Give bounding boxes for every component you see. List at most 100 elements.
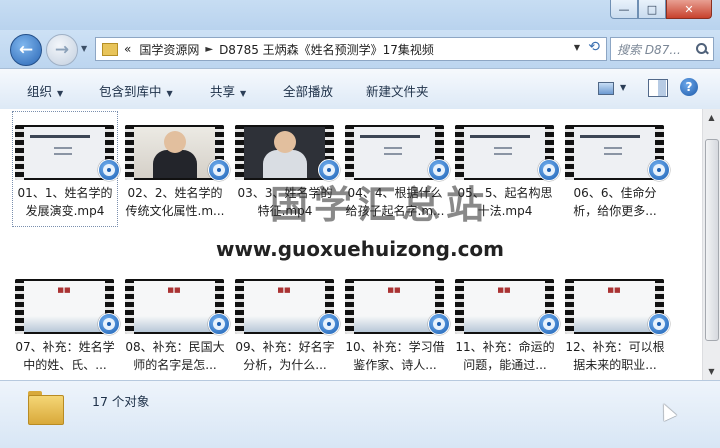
file-item[interactable]: ■■ 12、补充：可以根据未来的职业... (562, 265, 670, 380)
file-name: 12、补充：可以根据未来的职业... (565, 340, 665, 372)
organize-label: 组织 (27, 84, 53, 99)
preview-pane-icon[interactable] (648, 79, 668, 97)
refresh-icon[interactable]: ⟲ (588, 39, 600, 55)
media-player-icon (318, 313, 340, 335)
window-controls: — □ ✕ (610, 0, 712, 19)
watermark-url: www.guoxuehuizong.com (215, 237, 505, 261)
vertical-scrollbar[interactable]: ▲ ▼ (702, 109, 720, 380)
search-box[interactable]: 搜索 D87... (610, 37, 714, 61)
breadcrumb-item-current[interactable]: D8785 王炳森《姓名预测学》17集视频 (219, 41, 434, 58)
film-strip-icon (15, 279, 24, 334)
file-name: 11、补充：命运的问题，能通过... (455, 340, 555, 372)
file-item[interactable]: 01、1、姓名学的发展演变.mp4 (12, 111, 120, 227)
video-thumbnail (244, 127, 325, 178)
film-strip-icon (455, 125, 464, 180)
media-player-icon (98, 313, 120, 335)
chevron-down-icon: ▼ (166, 89, 173, 98)
film-strip-icon (565, 279, 574, 334)
minimize-button[interactable]: — (610, 0, 638, 19)
film-strip-icon (455, 279, 464, 334)
address-bar[interactable]: « 国学资源网 ► D8785 王炳森《姓名预测学》17集视频 ▼ ⟲ (95, 37, 607, 61)
address-dropdown-icon[interactable]: ▼ (574, 43, 580, 52)
media-player-icon (648, 313, 670, 335)
file-name: 07、补充：姓名学中的姓、氏、... (15, 340, 115, 372)
new-folder-button[interactable]: 新建文件夹 (366, 81, 429, 100)
navigation-bar: ← → ▼ « 国学资源网 ► D8785 王炳森《姓名预测学》17集视频 ▼ … (0, 30, 720, 68)
back-button[interactable]: ← (10, 34, 42, 66)
film-strip-icon (125, 279, 134, 334)
film-strip-icon (565, 125, 574, 180)
scrollbar-thumb[interactable] (705, 139, 719, 341)
file-list: 01、1、姓名学的发展演变.mp4 02、2、姓名学的传统文化属性.m... 03、… (0, 109, 720, 380)
film-strip-icon (235, 125, 244, 180)
file-item[interactable]: ■■ 11、补充：命运的问题，能通过... (452, 265, 560, 380)
slide-thumbnail (354, 127, 435, 178)
back-arrow-icon: ← (18, 40, 34, 60)
watermark-text: 国学汇总站 (269, 183, 490, 227)
film-strip-icon (235, 279, 244, 334)
scroll-down-icon[interactable]: ▼ (705, 365, 718, 378)
scroll-up-icon[interactable]: ▲ (705, 111, 718, 124)
maximize-button[interactable]: □ (638, 0, 666, 19)
file-item[interactable]: 06、6、佳命分析，给你更多... (562, 111, 670, 227)
video-thumbnail (134, 127, 215, 178)
title-card-thumbnail: ■■ (464, 281, 545, 332)
film-strip-icon (15, 125, 24, 180)
chevron-right-icon[interactable]: ► (205, 44, 213, 55)
forward-arrow-icon: → (54, 40, 70, 60)
play-all-button[interactable]: 全部播放 (283, 81, 333, 100)
file-name: 01、1、姓名学的发展演变.mp4 (17, 186, 113, 218)
change-view-icon[interactable] (596, 80, 616, 96)
file-item[interactable]: 02、2、姓名学的传统文化属性.m... (122, 111, 230, 227)
media-player-icon (208, 159, 230, 181)
file-name: 10、补充：学习借鉴作家、诗人... (345, 340, 445, 372)
slide-thumbnail (464, 127, 545, 178)
file-name: 02、2、姓名学的传统文化属性.m... (125, 186, 225, 218)
share-button[interactable]: 共享 ▼ (210, 81, 246, 100)
file-name: 09、补充：好名字分析，为什么... (235, 340, 335, 372)
breadcrumb-item-root[interactable]: 国学资源网 (139, 41, 199, 58)
slide-thumbnail (24, 127, 105, 178)
item-count: 17 个对象 (92, 394, 150, 409)
file-item[interactable]: ■■ 08、补充：民国大师的名字是怎... (122, 265, 230, 380)
file-name: 06、6、佳命分析，给你更多... (573, 186, 657, 218)
chevron-down-icon: ▼ (240, 89, 247, 98)
media-player-icon (648, 159, 670, 181)
title-card-thumbnail: ■■ (574, 281, 655, 332)
recent-pages-dropdown[interactable]: ▼ (81, 44, 87, 53)
file-name: 08、补充：民国大师的名字是怎... (125, 340, 225, 372)
film-strip-icon (345, 125, 354, 180)
help-icon[interactable]: ? (680, 78, 698, 96)
media-player-icon (208, 313, 230, 335)
details-pane: 17 个对象 (0, 380, 720, 448)
forward-button[interactable]: → (46, 34, 78, 66)
share-label: 共享 (210, 84, 236, 99)
media-player-icon (98, 159, 120, 181)
include-in-library-button[interactable]: 包含到库中 ▼ (99, 81, 173, 100)
title-card-thumbnail: ■■ (134, 281, 215, 332)
chevron-down-icon: ▼ (57, 89, 64, 98)
file-item[interactable]: ■■ 07、补充：姓名学中的姓、氏、... (12, 265, 120, 380)
close-button[interactable]: ✕ (666, 0, 712, 19)
include-in-library-label: 包含到库中 (99, 84, 162, 99)
file-item[interactable]: ■■ 09、补充：好名字分析，为什么... (232, 265, 340, 380)
media-player-icon (538, 313, 560, 335)
file-item[interactable]: ■■ 10、补充：学习借鉴作家、诗人... (342, 265, 450, 380)
title-card-thumbnail: ■■ (354, 281, 435, 332)
search-icon[interactable] (696, 43, 708, 55)
folder-icon (28, 391, 64, 425)
organize-button[interactable]: 组织 ▼ (27, 81, 63, 100)
title-bar: — □ ✕ (0, 0, 720, 30)
command-bar: 组织 ▼ 包含到库中 ▼ 共享 ▼ 全部播放 新建文件夹 ▼ ? (0, 68, 720, 110)
title-card-thumbnail: ■■ (24, 281, 105, 332)
media-player-icon (428, 313, 450, 335)
title-card-thumbnail: ■■ (244, 281, 325, 332)
media-player-icon (538, 159, 560, 181)
search-input[interactable]: 搜索 D87... (617, 41, 696, 58)
breadcrumb-overflow[interactable]: « (124, 42, 131, 56)
slide-thumbnail (574, 127, 655, 178)
folder-icon (102, 42, 118, 56)
view-options-dropdown[interactable]: ▼ (620, 83, 626, 92)
mouse-cursor-icon (657, 400, 677, 422)
film-strip-icon (345, 279, 354, 334)
